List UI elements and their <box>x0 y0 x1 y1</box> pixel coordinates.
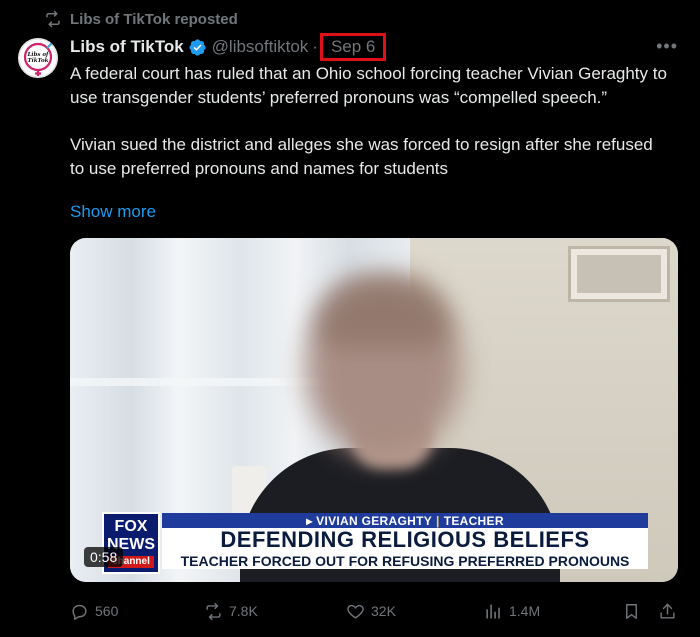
author-handle[interactable]: @libsoftiktok <box>212 37 309 57</box>
avatar[interactable]: Libs of TikTok <box>18 38 58 78</box>
avatar-logo-icon: Libs of TikTok <box>18 38 58 78</box>
share-button[interactable] <box>658 602 677 621</box>
reply-count: 560 <box>95 603 119 619</box>
more-options-icon[interactable]: ••• <box>656 36 678 57</box>
chyron-name-bar: ▸ VIVIAN GERAGHTY | TEACHER <box>162 513 648 528</box>
bookmark-button[interactable] <box>622 602 641 621</box>
tweet-paragraph-1: A federal court has ruled that an Ohio s… <box>70 64 667 107</box>
chyron-name: ▸ VIVIAN GERAGHTY <box>306 513 433 528</box>
news-chyron: ▸ VIVIAN GERAGHTY | TEACHER DEFENDING RE… <box>162 513 648 571</box>
like-button[interactable]: 32K <box>346 602 396 621</box>
tweet-date[interactable]: Sep 6 <box>319 33 387 61</box>
logo-line-1: FOX <box>114 518 148 535</box>
views-chart-icon <box>486 603 500 619</box>
show-more-link[interactable]: Show more <box>70 202 156 222</box>
reply-button[interactable]: 560 <box>70 602 118 621</box>
chyron-headline: DEFENDING RELIGIOUS BELIEFS <box>162 527 648 552</box>
svg-text:TikTok: TikTok <box>28 58 49 64</box>
reply-icon <box>72 604 87 620</box>
action-bar: 560 7.8K 32K 1.4M <box>70 598 680 624</box>
tweet-paragraph-2: Vivian sued the district and alleges she… <box>70 135 653 178</box>
video-player[interactable]: FOX NEWS channel ▸ VIVIAN GERAGHTY | TEA… <box>70 238 678 582</box>
chyron-role: TEACHER <box>443 513 504 528</box>
retweet-icon <box>206 602 221 620</box>
bookmark-icon <box>626 603 637 619</box>
tweet-text: A federal court has ruled that an Ohio s… <box>70 62 670 181</box>
tweet-header: Libs of TikTok @libsoftiktok · Sep 6 <box>70 33 680 61</box>
like-count: 32K <box>371 603 396 619</box>
verified-badge-icon[interactable] <box>188 38 207 57</box>
repost-indicator[interactable]: Libs of TikTok reposted <box>44 8 238 30</box>
chyron-divider: | <box>436 513 440 528</box>
video-duration-badge: 0:58 <box>84 547 124 567</box>
header-separator: · <box>312 37 318 56</box>
chyron-subhead: TEACHER FORCED OUT FOR REFUSING PREFERRE… <box>162 552 648 569</box>
view-count: 1.4M <box>509 603 541 619</box>
repost-icon <box>46 10 60 28</box>
repost-label: Libs of TikTok reposted <box>70 10 238 28</box>
author-name[interactable]: Libs of TikTok <box>70 37 184 57</box>
heart-icon <box>347 604 364 619</box>
repost-count: 7.8K <box>229 603 258 619</box>
share-icon <box>660 603 675 619</box>
views-button[interactable]: 1.4M <box>484 602 540 621</box>
repost-button[interactable]: 7.8K <box>204 602 258 621</box>
wall-picture-frame <box>568 246 670 302</box>
person-hair <box>316 276 450 346</box>
